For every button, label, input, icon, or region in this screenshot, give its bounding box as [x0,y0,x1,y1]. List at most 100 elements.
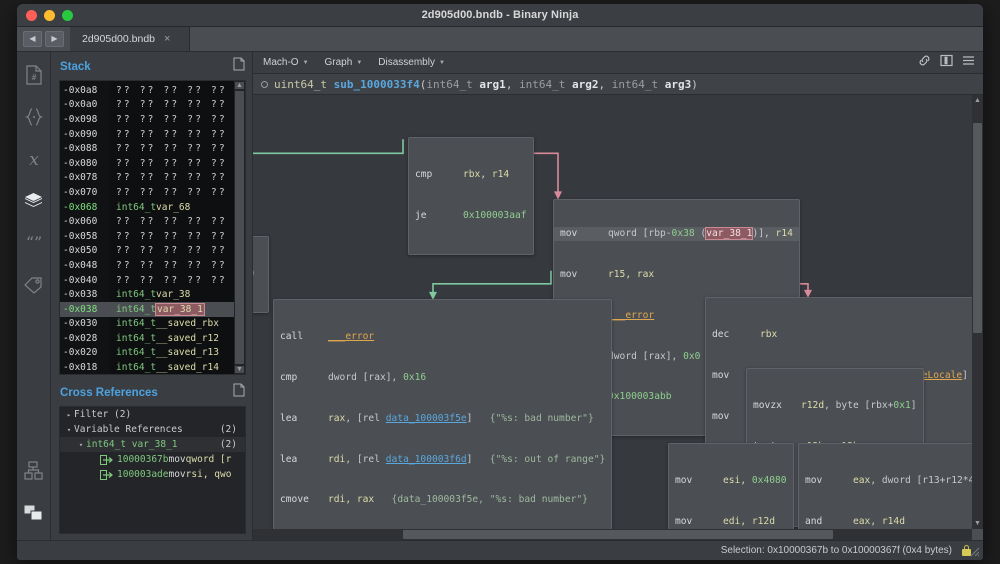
stack-view[interactable]: -0x0a8-0x0a0-0x098-0x090-0x088-0x080-0x0… [59,80,246,375]
xref-row[interactable]: 100003ade mov rsi, qwo [60,467,245,482]
tree-twisty-icon[interactable]: ▾ [76,441,86,449]
view-type-selector[interactable]: Mach-O ▼ [263,57,309,68]
scroll-down-arrow[interactable]: ▼ [235,366,244,373]
stack-row[interactable]: ?? ?? ?? ?? ?? ?? ?? ?? [110,171,234,186]
hierarchy-icon[interactable] [23,460,45,482]
stack-var-name[interactable]: var_38 [156,289,190,300]
stack-row[interactable]: int64_t __saved_rbx [110,317,234,332]
arg2-type: int64_t [519,78,565,91]
split-pane-icon[interactable] [940,54,953,72]
stack-row[interactable]: ?? ?? ?? ?? ?? ?? ?? ?? [110,127,234,142]
stack-row[interactable]: ?? ?? ?? ?? ?? ?? ?? ?? [110,273,234,288]
stack-row[interactable]: ?? ?? ?? ?? ?? ?? ?? ?? [110,83,234,98]
graph-block-error-strings[interactable]: call___error cmpdword [rax], 0x16 learax… [273,299,612,540]
scroll-thumb[interactable] [235,91,244,364]
stack-var-name[interactable]: __saved_r14 [156,362,219,373]
code-line: leardi, [rel data_100003f6d] {"%s: out o… [280,453,605,467]
menu-icon[interactable] [962,54,975,72]
call-target-link[interactable]: ___error [608,310,654,321]
function-name[interactable]: sub_1000033f4 [334,78,420,91]
arg3-type: int64_t [612,78,658,91]
quotes-icon[interactable]: “” [23,232,45,254]
stack-row[interactable]: ?? ?? ?? ?? ?? ?? ?? ?? [110,229,234,244]
new-document-icon[interactable] [233,383,245,402]
xref-row[interactable]: ▸Filter (2) [60,407,245,422]
graph-canvas[interactable]: ") cmprbx, r14 je0x100003aaf movqword [r… [253,95,983,540]
stack-var-name[interactable]: var_68 [156,202,190,213]
scroll-up-arrow[interactable]: ▲ [235,82,244,89]
stack-row[interactable]: int64_t var_38_1 [110,302,234,317]
arg2-name[interactable]: arg2 [572,78,599,91]
arg3-name[interactable]: arg3 [665,78,692,91]
graph-scroll-down-arrow[interactable]: ▼ [973,520,982,527]
stack-var-name[interactable]: __saved_rbx [156,318,219,329]
arg1-name[interactable]: arg1 [479,78,506,91]
graph-vertical-scrollbar[interactable]: ▲ ▼ [972,95,983,529]
stack-rows[interactable]: ?? ?? ?? ?? ?? ?? ?? ???? ?? ?? ?? ?? ??… [110,81,234,374]
stack-address-label: -0x040 [60,275,97,286]
windows-icon[interactable] [23,502,45,524]
link-icon[interactable] [918,54,931,72]
collapse-toggle-icon[interactable] [261,81,268,88]
chevron-down-icon: ▼ [439,60,445,66]
layers-icon[interactable] [23,190,45,212]
stack-address-label: -0x030 [60,318,97,329]
code-line-highlighted[interactable]: movqword [rbp-0x38 (var_38_1)], r14 [554,227,799,241]
graph-horizontal-scrollbar[interactable] [253,529,972,540]
graph-block-and-eax[interactable]: moveax, dword [r13+r12*4+0x3c] andeax, r… [798,443,983,540]
stack-address-label: -0x0a8 [60,85,97,96]
stack-row[interactable]: ?? ?? ?? ?? ?? ?? ?? ?? [110,214,234,229]
binary-ninja-window: 2d905d00.bndb - Binary Ninja ◀ ▶ 2d905d0… [17,4,983,560]
xref-address[interactable]: 100003ade [117,469,168,480]
cross-references-tree[interactable]: ▸Filter (2)▾Variable References(2)▾int64… [59,406,246,534]
graph-scroll-thumb-vertical[interactable] [973,123,982,333]
xref-row[interactable]: 10000367b mov qword [r [60,452,245,467]
stack-var-name[interactable]: var_38_1 [156,304,204,315]
tag-icon[interactable] [23,274,45,296]
xref-row[interactable]: ▾Variable References(2) [60,422,245,437]
tree-twisty-icon[interactable]: ▸ [64,411,74,419]
stack-row[interactable]: int64_t __saved_r13 [110,346,234,361]
data-reference-link[interactable]: data_100003f5e [386,413,467,424]
graph-block-cmp-rbx[interactable]: cmprbx, r14 je0x100003aaf [408,137,534,255]
stack-row[interactable]: ?? ?? ?? ?? ?? ?? ?? ?? [110,185,234,200]
stack-var-name[interactable]: __saved_r13 [156,347,219,358]
stack-row[interactable]: ?? ?? ?? ?? ?? ?? ?? ?? [110,98,234,113]
stack-row[interactable]: int64_t __saved_r12 [110,331,234,346]
stack-row[interactable]: ?? ?? ?? ?? ?? ?? ?? ?? [110,156,234,171]
arg2-sep: , [599,78,612,91]
braces-icon[interactable] [23,106,45,128]
data-reference-link[interactable]: data_100003f6d [386,454,467,465]
tab-2d905d00-bndb[interactable]: 2d905d00.bndb × [70,27,190,51]
xref-address[interactable]: 10000367b [117,454,168,465]
xref-row[interactable]: ▾int64_t var_38_1(2) [60,437,245,452]
stack-row[interactable]: int64_t var_38 [110,287,234,302]
graph-mode-selector[interactable]: Graph ▼ [325,57,363,68]
stack-row[interactable]: ?? ?? ?? ?? ?? ?? ?? ?? [110,141,234,156]
graph-block-maskrune[interactable]: movesi, 0x4080 movedi, r12d call___maskr… [668,443,794,540]
stack-address-label: -0x0a0 [60,99,97,110]
variable-highlight[interactable]: var_38_1 [706,228,752,239]
tab-close-icon[interactable]: × [164,33,170,45]
forward-button[interactable]: ▶ [45,31,64,47]
hex-file-icon[interactable]: # [23,64,45,86]
graph-block-partial-left[interactable]: ") [253,236,269,313]
stack-row[interactable]: ?? ?? ?? ?? ?? ?? ?? ?? [110,244,234,259]
stack-var-name[interactable]: __saved_r12 [156,333,219,344]
stack-row[interactable]: ?? ?? ?? ?? ?? ?? ?? ?? [110,112,234,127]
navigation-buttons: ◀ ▶ [17,27,70,51]
call-target-link[interactable]: ___error [328,331,374,342]
svg-text:x: x [29,150,39,169]
resize-grip[interactable] [970,547,980,557]
stack-row[interactable]: ?? ?? ?? ?? ?? ?? ?? ?? [110,258,234,273]
tree-twisty-icon[interactable]: ▾ [64,426,74,434]
back-button[interactable]: ◀ [23,31,42,47]
graph-scroll-thumb-horizontal[interactable] [403,530,833,539]
stack-row[interactable]: int64_t var_68 [110,200,234,215]
variable-x-icon[interactable]: x [23,148,45,170]
stack-row[interactable]: int64_t __saved_r14 [110,360,234,374]
new-document-icon[interactable] [233,57,245,76]
stack-scrollbar[interactable]: ▲ ▼ [234,81,245,374]
il-selector[interactable]: Disassembly ▼ [378,57,445,68]
graph-scroll-up-arrow[interactable]: ▲ [973,97,982,104]
